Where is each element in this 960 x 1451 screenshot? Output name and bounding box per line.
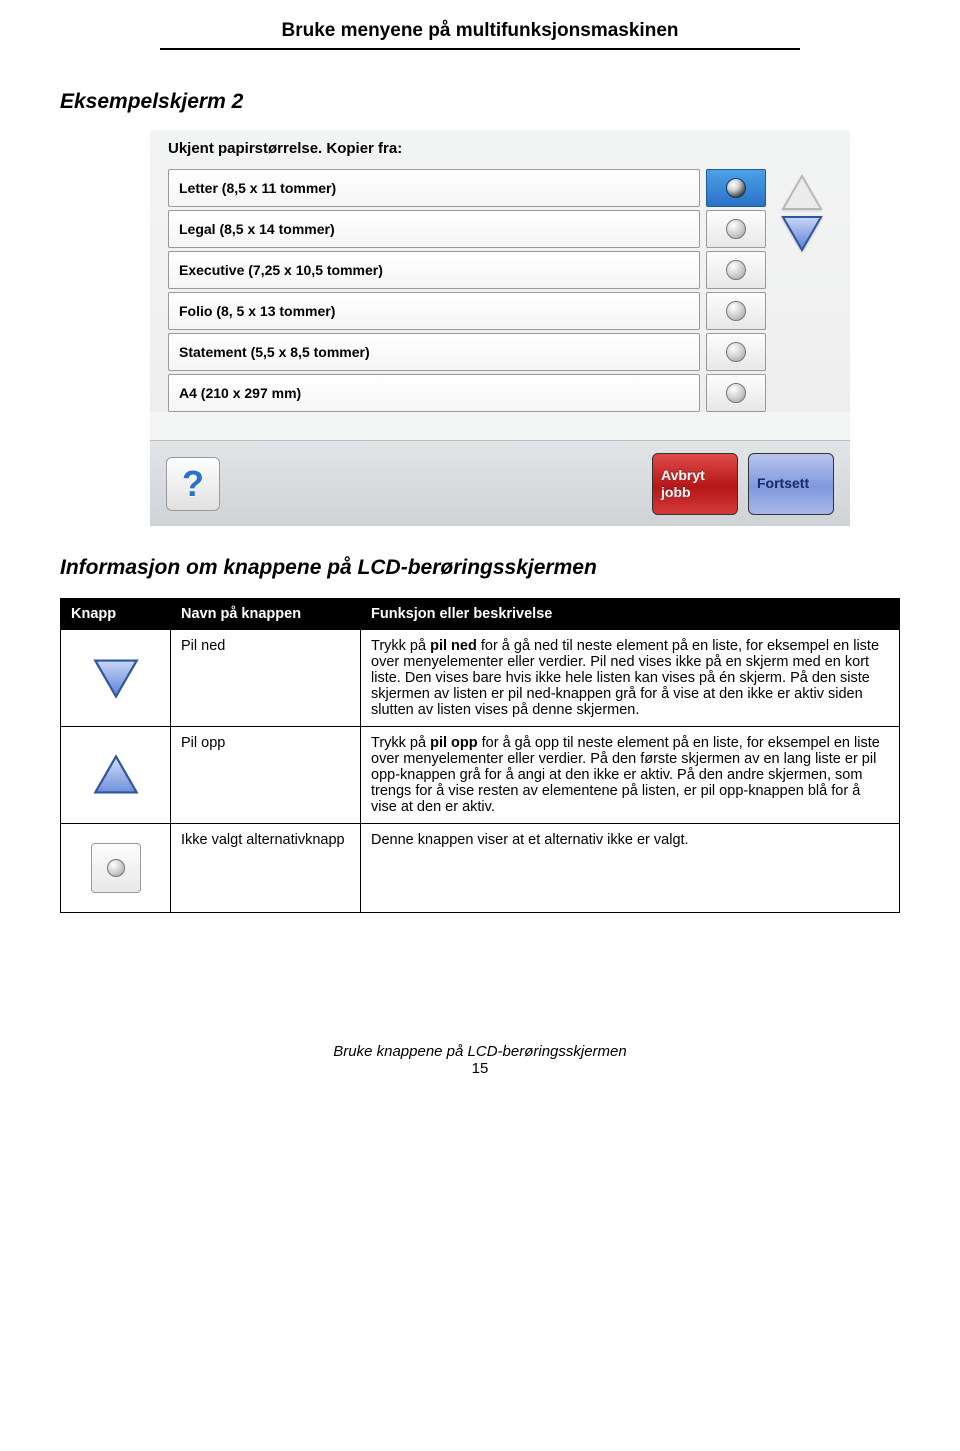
panel-heading: Ukjent papirstørrelse. Kopier fra: — [168, 140, 832, 157]
continue-button[interactable]: Fortsett — [748, 453, 834, 515]
paper-option-label: A4 (210 x 297 mm) — [179, 385, 301, 401]
button-desc: Trykk på pil ned for å gå ned til neste … — [361, 630, 900, 727]
question-mark-icon: ? — [182, 463, 204, 505]
paper-option[interactable]: Legal (8,5 x 14 tommer) — [168, 210, 700, 248]
info-heading: Informasjon om knappene på LCD-berørings… — [60, 556, 900, 580]
paper-option-label: Executive (7,25 x 10,5 tommer) — [179, 262, 383, 278]
page-footer: Bruke knappene på LCD-berøringsskjermen … — [60, 1043, 900, 1077]
radio-selected[interactable] — [706, 169, 766, 207]
th-name: Navn på knappen — [171, 599, 361, 630]
buttons-info-table: Knapp Navn på knappen Funksjon eller bes… — [60, 598, 900, 913]
section-heading: Eksempelskjerm 2 — [60, 90, 900, 114]
arrow-down-icon — [92, 656, 140, 700]
radio-dot-icon — [726, 383, 746, 403]
paper-option[interactable]: Executive (7,25 x 10,5 tommer) — [168, 251, 700, 289]
unselected-radio-icon — [91, 843, 141, 893]
radio-unselected[interactable] — [706, 251, 766, 289]
th-button: Knapp — [61, 599, 171, 630]
page-number: 15 — [60, 1060, 900, 1077]
radio-unselected[interactable] — [706, 292, 766, 330]
table-row: Ikke valgt alternativknapp Denne knappen… — [61, 824, 900, 913]
paper-size-list: Letter (8,5 x 11 tommer) Legal (8,5 x 14… — [168, 169, 832, 412]
continue-label: Fortsett — [757, 475, 809, 491]
paper-option-label: Letter (8,5 x 11 tommer) — [179, 180, 336, 196]
doc-title: Bruke menyene på multifunksjonsmaskinen — [60, 20, 900, 48]
paper-option[interactable]: Folio (8, 5 x 13 tommer) — [168, 292, 700, 330]
paper-option-label: Legal (8,5 x 14 tommer) — [179, 221, 335, 237]
footer-text: Bruke knappene på LCD-berøringsskjermen — [60, 1043, 900, 1060]
panel-bottom-bar: ? Avbryt jobb Fortsett — [150, 440, 850, 526]
arrow-up-icon[interactable] — [780, 173, 824, 213]
arrow-up-icon — [92, 753, 140, 797]
example-touchscreen: Ukjent papirstørrelse. Kopier fra: Lette… — [150, 130, 850, 526]
table-row: Pil ned Trykk på pil ned for å gå ned ti… — [61, 630, 900, 727]
th-desc: Funksjon eller beskrivelse — [361, 599, 900, 630]
button-desc: Denne knappen viser at et alternativ ikk… — [361, 824, 900, 913]
help-button[interactable]: ? — [166, 457, 220, 511]
title-rule — [160, 48, 800, 50]
paper-option-label: Folio (8, 5 x 13 tommer) — [179, 303, 335, 319]
button-name: Pil ned — [171, 630, 361, 727]
arrow-down-icon[interactable] — [780, 213, 824, 253]
button-desc: Trykk på pil opp for å gå opp til neste … — [361, 727, 900, 824]
cancel-job-label: Avbryt jobb — [661, 467, 729, 499]
paper-option-label: Statement (5,5 x 8,5 tommer) — [179, 344, 370, 360]
button-name: Ikke valgt alternativknapp — [171, 824, 361, 913]
cancel-job-button[interactable]: Avbryt jobb — [652, 453, 738, 515]
radio-dot-icon — [726, 178, 746, 198]
paper-option[interactable]: A4 (210 x 297 mm) — [168, 374, 700, 412]
radio-dot-icon — [726, 342, 746, 362]
radio-dot-icon — [726, 301, 746, 321]
radio-unselected[interactable] — [706, 210, 766, 248]
radio-dot-icon — [726, 219, 746, 239]
radio-unselected[interactable] — [706, 333, 766, 371]
paper-option[interactable]: Letter (8,5 x 11 tommer) — [168, 169, 700, 207]
button-name: Pil opp — [171, 727, 361, 824]
radio-unselected[interactable] — [706, 374, 766, 412]
paper-option[interactable]: Statement (5,5 x 8,5 tommer) — [168, 333, 700, 371]
table-row: Pil opp Trykk på pil opp for å gå opp ti… — [61, 727, 900, 824]
radio-dot-icon — [726, 260, 746, 280]
